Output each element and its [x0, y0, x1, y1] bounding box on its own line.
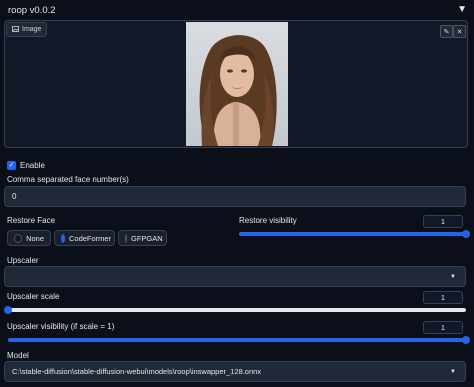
chevron-down-icon[interactable]: ▼	[450, 274, 456, 280]
restore-visibility-value: 1	[440, 217, 446, 226]
triangle-down-icon[interactable]: ▼	[457, 4, 467, 15]
image-icon	[12, 25, 19, 34]
radio-option-label: GFPGAN	[131, 233, 163, 243]
chevron-down-icon[interactable]: ▼	[450, 369, 456, 375]
enable-checkbox[interactable]: ✓	[7, 161, 16, 170]
radio-button[interactable]	[14, 233, 23, 243]
close-icon[interactable]: ✕	[453, 25, 466, 38]
upscaler-scale-label: Upscaler scale	[7, 292, 60, 301]
model-label: Model	[7, 351, 29, 360]
restore-visibility-label: Restore visibility	[239, 216, 297, 225]
radio-option-label: None	[26, 233, 44, 243]
uploaded-portrait-image	[186, 22, 288, 146]
upscaler-scale-number[interactable]: 1	[423, 291, 463, 304]
enable-label: Enable	[20, 161, 45, 170]
panel-title: roop v0.0.2	[8, 5, 56, 16]
model-value: C:\stable-diffusion\stable-diffusion-web…	[12, 367, 262, 376]
radio-button[interactable]	[125, 233, 127, 243]
radio-button-selected[interactable]	[61, 233, 65, 243]
restore-face-option-gfpgan[interactable]: GFPGAN	[118, 230, 167, 246]
slider-fill	[8, 338, 466, 342]
upscaler-label: Upscaler	[7, 256, 39, 265]
upscaler-scale-slider[interactable]	[4, 306, 466, 314]
model-dropdown[interactable]: C:\stable-diffusion\stable-diffusion-web…	[4, 361, 466, 382]
upscaler-visibility-value: 1	[440, 323, 446, 332]
restore-face-label: Restore Face	[7, 216, 56, 225]
slider-fill	[239, 232, 466, 236]
restore-face-option-codeformer[interactable]: CodeFormer	[54, 230, 115, 246]
slider-thumb[interactable]	[462, 230, 470, 238]
slider-thumb[interactable]	[4, 306, 12, 314]
image-label-tag: Image	[6, 22, 48, 37]
upscaler-visibility-number[interactable]: 1	[423, 321, 463, 334]
slider-thumb[interactable]	[462, 336, 470, 344]
restore-face-option-none[interactable]: None	[7, 230, 51, 246]
restore-visibility-number[interactable]: 1	[423, 215, 463, 228]
restore-visibility-slider[interactable]	[239, 230, 470, 238]
face-numbers-label: Comma separated face number(s)	[7, 175, 129, 184]
upscaler-dropdown[interactable]: ▼	[4, 266, 466, 287]
upscaler-visibility-slider[interactable]	[8, 336, 470, 344]
pencil-icon[interactable]: ✎	[440, 25, 453, 38]
upscaler-scale-value: 1	[440, 293, 446, 302]
radio-option-label: CodeFormer	[69, 233, 112, 243]
face-numbers-value: 0	[12, 192, 17, 201]
image-tag-label: Image	[22, 26, 42, 33]
face-numbers-input[interactable]: 0	[4, 186, 466, 207]
upscaler-visibility-label: Upscaler visibility (if scale = 1)	[7, 322, 115, 331]
